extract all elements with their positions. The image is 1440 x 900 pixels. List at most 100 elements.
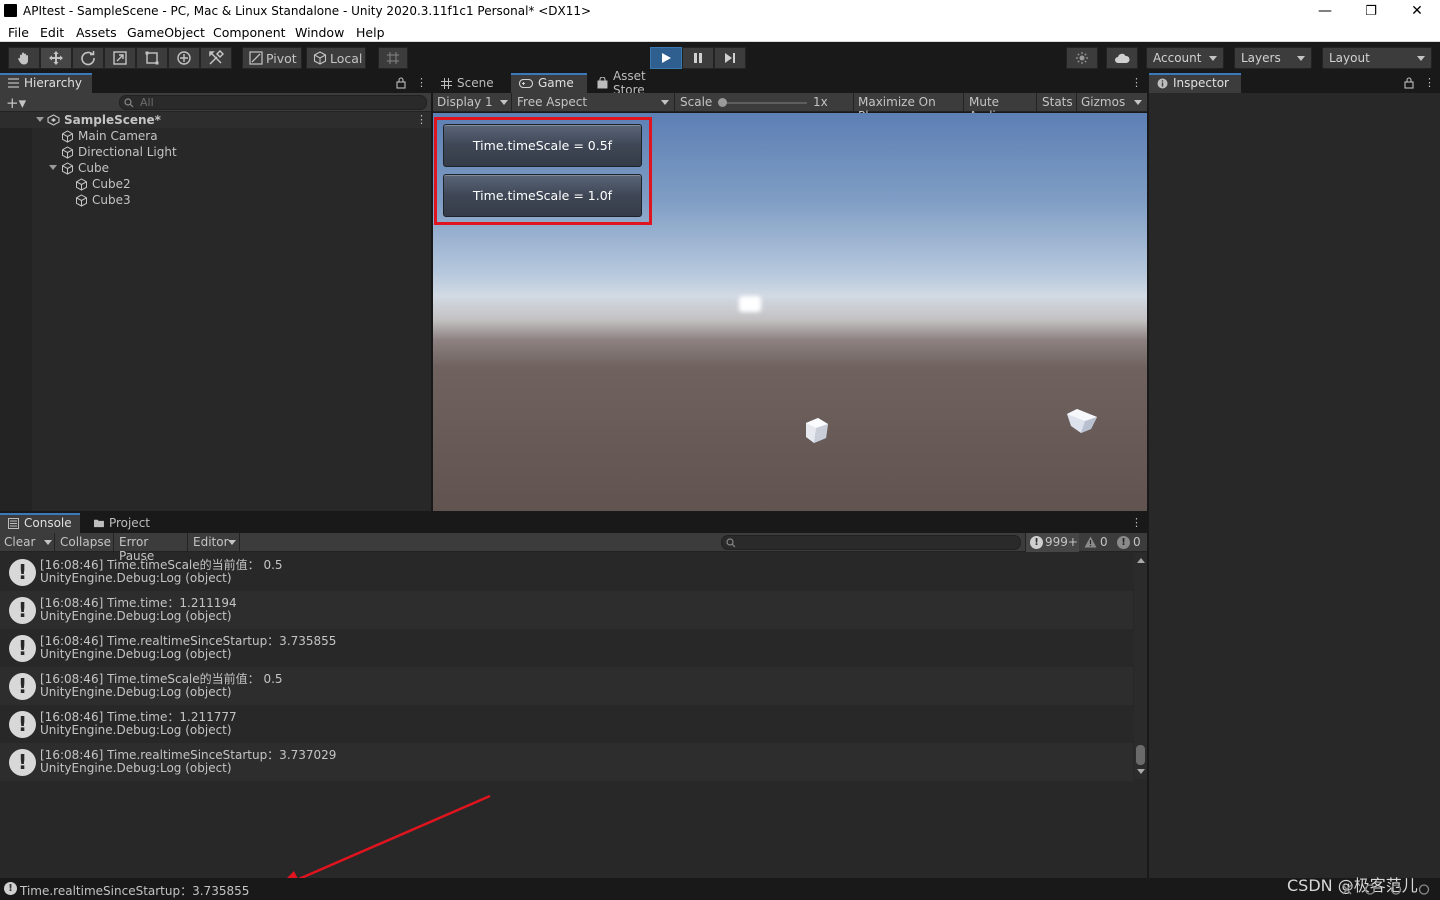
menu-window[interactable]: Window [295,25,344,40]
layers-dropdown[interactable]: Layers [1234,47,1312,69]
layout-dropdown[interactable]: Layout [1322,47,1432,69]
cube-object [806,418,828,443]
gizmos-dropdown[interactable]: Gizmos [1077,93,1147,112]
menu-gameobject[interactable]: GameObject [127,25,205,40]
console-scrollbar[interactable] [1134,553,1147,779]
game-viewport[interactable]: Time.timeScale = 0.5f Time.timeScale = 1… [433,113,1147,511]
pause-button[interactable] [682,47,714,69]
transform-tool-button[interactable] [168,47,200,69]
expand-arrow-icon[interactable] [36,117,44,122]
inspector-menu-icon[interactable]: ⋮ [1424,76,1435,89]
console-entry[interactable]: ! [16:08:46] Time.time：1.211777 UnityEng… [0,705,1133,743]
title-bar: APItest - SampleScene - PC, Mac & Linux … [0,0,1440,22]
timescale-half-button[interactable]: Time.timeScale = 0.5f [443,124,642,167]
maximize-on-play-toggle[interactable]: Maximize On Play [853,93,964,123]
scrollbar-thumb[interactable] [1136,745,1145,765]
scale-slider-handle[interactable] [718,98,727,107]
console-menu-icon[interactable]: ⋮ [1131,516,1142,529]
menu-edit[interactable]: Edit [40,25,64,40]
rect-tool-button[interactable] [136,47,168,69]
stats-label: Stats [1042,95,1073,109]
add-icon[interactable]: +▾ [6,94,26,112]
move-tool-button[interactable] [40,47,72,69]
console-search-input[interactable] [721,535,1021,550]
mute-audio-toggle[interactable]: Mute Audio [964,93,1037,123]
menu-file[interactable]: File [8,25,29,40]
status-message[interactable]: Time.realtimeSinceStartup：3.735855 [20,882,249,899]
editor-dropdown[interactable]: Editor [188,533,240,552]
scene-menu-icon[interactable]: ⋮ [416,112,427,128]
log-filter-toggle[interactable]: ! 999+ [1025,533,1079,552]
play-button[interactable] [650,47,682,69]
services-button[interactable] [1066,47,1098,69]
rotate-tool-button[interactable] [72,47,104,69]
console-entry[interactable]: ! [16:08:46] Time.timeScale的当前值： 0.5 Uni… [0,667,1133,705]
tab-asset-store[interactable]: Asset Store [589,69,689,97]
hierarchy-item-main-camera[interactable]: Main Camera [0,128,431,144]
scroll-up-icon[interactable] [1137,558,1145,563]
local-label: Local [330,50,363,66]
custom-tool-button[interactable] [200,47,232,69]
log-count: 999+ [1045,535,1078,549]
console-entry[interactable]: ! [16:08:46] Time.time：1.211194 UnityEng… [0,591,1133,629]
account-dropdown[interactable]: Account [1146,47,1224,69]
hierarchy-search-input[interactable]: All [119,95,427,110]
console-entry[interactable]: ! [16:08:46] Time.timeScale的当前值： 0.5 Uni… [0,553,1133,591]
hierarchy-item-cube3[interactable]: Cube3 [0,192,431,208]
minimize-button[interactable]: — [1302,0,1348,22]
hierarchy-menu-icon[interactable]: ⋮ [416,76,427,89]
grid-snap-button[interactable] [378,47,408,69]
scene-label: SampleScene* [64,113,161,127]
gameobject-cube-icon [62,130,73,143]
services-icon [1076,52,1088,64]
hierarchy-item-cube2[interactable]: Cube2 [0,176,431,192]
pause-icon [694,53,702,63]
timescale-full-button[interactable]: Time.timeScale = 1.0f [443,174,642,217]
pivot-toggle[interactable]: Pivot [242,47,302,69]
error-pause-toggle[interactable]: Error Pause [114,533,188,563]
aspect-dropdown[interactable]: Free Aspect [513,93,675,112]
status-bar: ! Time.realtimeSinceStartup：3.735855 CSD… [0,876,1440,900]
scale-label: Scale [680,95,713,109]
menu-bar: File Edit Assets GameObject Component Wi… [0,22,1440,42]
scale-tool-button[interactable] [104,47,136,69]
project-tab-label: Project [108,516,150,530]
console-entry[interactable]: ! [16:08:46] Time.realtimeSinceStartup：3… [0,743,1133,781]
chevron-down-icon[interactable] [44,540,52,545]
error-filter-toggle[interactable]: ! 0 [1113,533,1145,552]
scroll-down-icon[interactable] [1137,769,1145,774]
hierarchy-item-cube[interactable]: Cube [0,160,431,176]
cloud-button[interactable] [1106,47,1138,69]
collapse-toggle[interactable]: Collapse [55,533,114,552]
menu-help[interactable]: Help [356,25,385,40]
tab-project[interactable]: Project [86,513,158,533]
console-entry[interactable]: ! [16:08:46] Time.realtimeSinceStartup：3… [0,629,1133,667]
tab-console[interactable]: Console [0,513,80,533]
scale-icon [113,51,127,65]
close-button[interactable]: ✕ [1394,0,1440,22]
tab-inspector[interactable]: Inspector [1149,73,1241,93]
maximize-button[interactable]: ❐ [1348,0,1394,22]
display-dropdown[interactable]: Display 1 [433,93,512,112]
expand-arrow-icon[interactable] [49,165,57,170]
warning-filter-toggle[interactable]: 0 [1080,533,1112,552]
hierarchy-item-samplescene[interactable]: SampleScene* ⋮ [0,112,431,128]
tab-scene[interactable]: Scene [433,73,509,93]
menu-component[interactable]: Component [213,25,286,40]
hand-tool-button[interactable] [8,47,40,69]
game-menu-icon[interactable]: ⋮ [1131,76,1142,89]
hierarchy-panel: Hierarchy ⋮ +▾ All SampleScene* ⋮ Main C… [0,73,431,511]
hierarchy-item-directional-light[interactable]: Directional Light [0,144,431,160]
tab-hierarchy[interactable]: Hierarchy [0,73,92,93]
editor-label: Editor [193,535,229,549]
scale-slider-track[interactable] [719,102,807,104]
local-toggle[interactable]: Local [306,47,366,69]
menu-assets[interactable]: Assets [76,25,117,40]
tab-game[interactable]: Game [511,73,587,93]
lock-icon[interactable] [1404,77,1414,89]
stats-toggle[interactable]: Stats [1037,93,1077,112]
lock-icon[interactable] [396,77,406,89]
hand-icon [18,52,28,65]
step-button[interactable] [714,47,746,69]
clear-button[interactable]: Clear [0,533,55,552]
